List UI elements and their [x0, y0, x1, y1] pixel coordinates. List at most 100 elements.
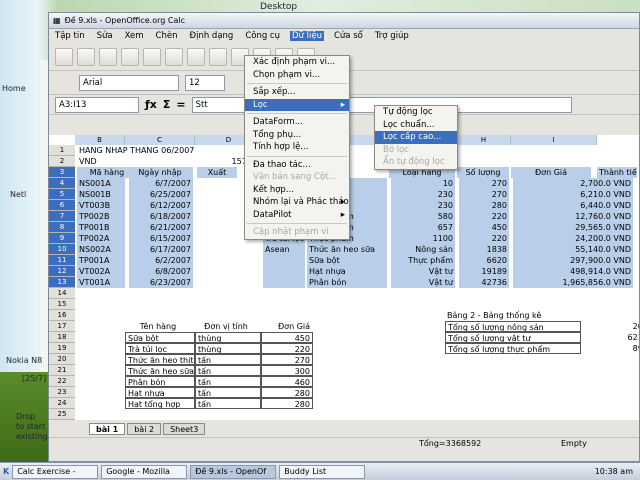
row-header[interactable]: 8 [49, 222, 75, 233]
table1-name[interactable]: Hạt nhựa [125, 387, 195, 398]
row-header[interactable]: 2 [49, 156, 75, 167]
header-cell[interactable]: Số lượng [457, 167, 509, 178]
data-cell[interactable]: 280 [459, 200, 509, 211]
data-cell[interactable]: 230 [391, 200, 455, 211]
taskbar-item[interactable]: Google - Mozilla [101, 464, 188, 479]
row-header[interactable]: 11 [49, 255, 75, 266]
row-header[interactable]: 10 [49, 244, 75, 255]
data-cell[interactable]: Nông sản [391, 244, 455, 255]
table1-header[interactable]: Đơn Giá [261, 321, 327, 332]
data-cell[interactable]: 6/2/2007 [129, 255, 193, 266]
data-cell[interactable]: 24,200.0 VND [513, 233, 633, 244]
table1-header[interactable]: Đơn vị tính [193, 321, 259, 332]
desktop-label[interactable]: Nokia N8 [6, 356, 42, 365]
data-cell[interactable]: 6,210.0 VND [513, 189, 633, 200]
table1-unit[interactable]: tấn [195, 387, 261, 398]
data-cell[interactable] [263, 255, 305, 266]
row-header[interactable]: 5 [49, 189, 75, 200]
data-cell[interactable]: Sữa bột [307, 255, 387, 266]
start-menu-icon[interactable]: K [3, 467, 9, 476]
row-header[interactable]: 25 [49, 409, 75, 420]
table1-price[interactable]: 280 [261, 387, 313, 398]
sheet-tab[interactable]: bài 1 [89, 423, 126, 435]
row-header[interactable]: 20 [49, 354, 75, 365]
data-cell[interactable]: 19189 [459, 266, 509, 277]
sort-icon[interactable] [187, 47, 205, 66]
table1-unit[interactable]: tấn [195, 365, 261, 376]
row-header[interactable]: 9 [49, 233, 75, 244]
data-cell[interactable]: 230 [391, 189, 455, 200]
data-cell[interactable]: 6/23/2007 [129, 277, 193, 288]
data-cell[interactable]: VT002A [77, 266, 125, 277]
menu-item[interactable]: Nhóm lại và Phác thảo ▸ [245, 196, 349, 209]
menu-6[interactable]: Dữ liệu [290, 31, 324, 41]
data-cell[interactable]: VT003B [77, 200, 125, 211]
table1-header[interactable]: Tên hàng [125, 321, 191, 332]
header-cell[interactable]: Đơn Giá [511, 167, 591, 178]
header-cell[interactable]: Thành tiền [597, 167, 637, 178]
table1-name[interactable]: Thức ăn heo thịt [125, 354, 195, 365]
data-cell[interactable] [263, 277, 305, 288]
data-cell[interactable]: 6/12/2007 [129, 200, 193, 211]
menu-item[interactable]: Chọn phạm vi... [245, 69, 349, 82]
data-cell[interactable]: 6/8/2007 [129, 266, 193, 277]
redo-icon[interactable] [165, 47, 183, 66]
data-cell[interactable]: NS001A [77, 178, 125, 189]
data-cell[interactable]: 42736 [459, 277, 509, 288]
unit-cell[interactable]: VND [77, 156, 137, 167]
menu-item[interactable]: Kết hợp... [245, 184, 349, 197]
data-cell[interactable]: VT001A [77, 277, 125, 288]
row-header[interactable]: 22 [49, 376, 75, 387]
data-cell[interactable]: 450 [459, 222, 509, 233]
table2-title[interactable]: Bảng 2 - Bảng thống kê [445, 310, 575, 321]
row-header[interactable]: 4 [49, 178, 75, 189]
row-header[interactable]: 1 [49, 145, 75, 156]
data-cell[interactable]: NS002A [77, 244, 125, 255]
data-cell[interactable]: 1838 [459, 244, 509, 255]
table2-value[interactable]: 62155 [583, 332, 639, 343]
sheet-tab[interactable]: bài 2 [127, 423, 162, 435]
function-wizard-icon[interactable]: ƒx [145, 98, 157, 111]
taskbar-item[interactable]: Calc Exercise - [12, 464, 99, 479]
taskbar-item[interactable]: Đề 9.xls - OpenOf [190, 464, 277, 479]
menu-item[interactable]: Sắp xếp... [245, 86, 349, 99]
data-cell[interactable]: 6,440.0 VND [513, 200, 633, 211]
menu-item[interactable]: DataPilot ▸ [245, 209, 349, 222]
row-header[interactable]: 3 [49, 167, 75, 178]
table1-unit[interactable]: thùng [195, 332, 261, 343]
data-cell[interactable] [263, 266, 305, 277]
table1-name[interactable]: Thức ăn heo sữa [125, 365, 195, 376]
window-titlebar[interactable]: ▦ Đề 9.xls - OpenOffice.org Calc [49, 13, 639, 29]
data-cell[interactable]: 29,565.0 VND [513, 222, 633, 233]
sum-icon[interactable]: Σ [163, 98, 171, 111]
data-cell[interactable]: 270 [459, 189, 509, 200]
data-cell[interactable]: 6/7/2007 [129, 178, 193, 189]
data-cell[interactable]: NS001B [77, 189, 125, 200]
save-icon[interactable] [99, 47, 117, 66]
data-cell[interactable]: 6/25/2007 [129, 189, 193, 200]
menu-item[interactable]: Lọc cấp cao... [375, 131, 457, 144]
data-cell[interactable]: Hạt nhựa [307, 266, 387, 277]
data-cell[interactable]: 1,965,856.0 VND [513, 277, 633, 288]
menu-item[interactable]: Tự động lọc [375, 106, 457, 119]
data-cell[interactable]: 6/18/2007 [129, 211, 193, 222]
menu-5[interactable]: Công cụ [243, 31, 282, 41]
menu-1[interactable]: Sửa [95, 31, 115, 41]
table1-name[interactable]: Phân bón [125, 376, 195, 387]
row-header[interactable]: 23 [49, 387, 75, 398]
column-header[interactable]: I [511, 135, 597, 145]
data-cell[interactable]: 220 [459, 211, 509, 222]
font-name-combo[interactable]: Arial [79, 74, 179, 91]
data-cell[interactable]: Phân bón [307, 277, 387, 288]
data-cell[interactable]: 10 [391, 178, 455, 189]
data-cell[interactable]: TP001B [77, 222, 125, 233]
data-cell[interactable]: 297,900.0 VND [513, 255, 633, 266]
data-cell[interactable]: Thực phẩm [391, 255, 455, 266]
column-header[interactable]: B [75, 135, 125, 145]
data-cell[interactable]: 657 [391, 222, 455, 233]
undo-icon[interactable] [143, 47, 161, 66]
sheet-tab[interactable]: Sheet3 [163, 423, 206, 435]
row-header[interactable]: 14 [49, 288, 75, 299]
menu-7[interactable]: Cửa sổ [332, 31, 365, 41]
taskbar-item[interactable]: Buddy List [279, 464, 366, 479]
